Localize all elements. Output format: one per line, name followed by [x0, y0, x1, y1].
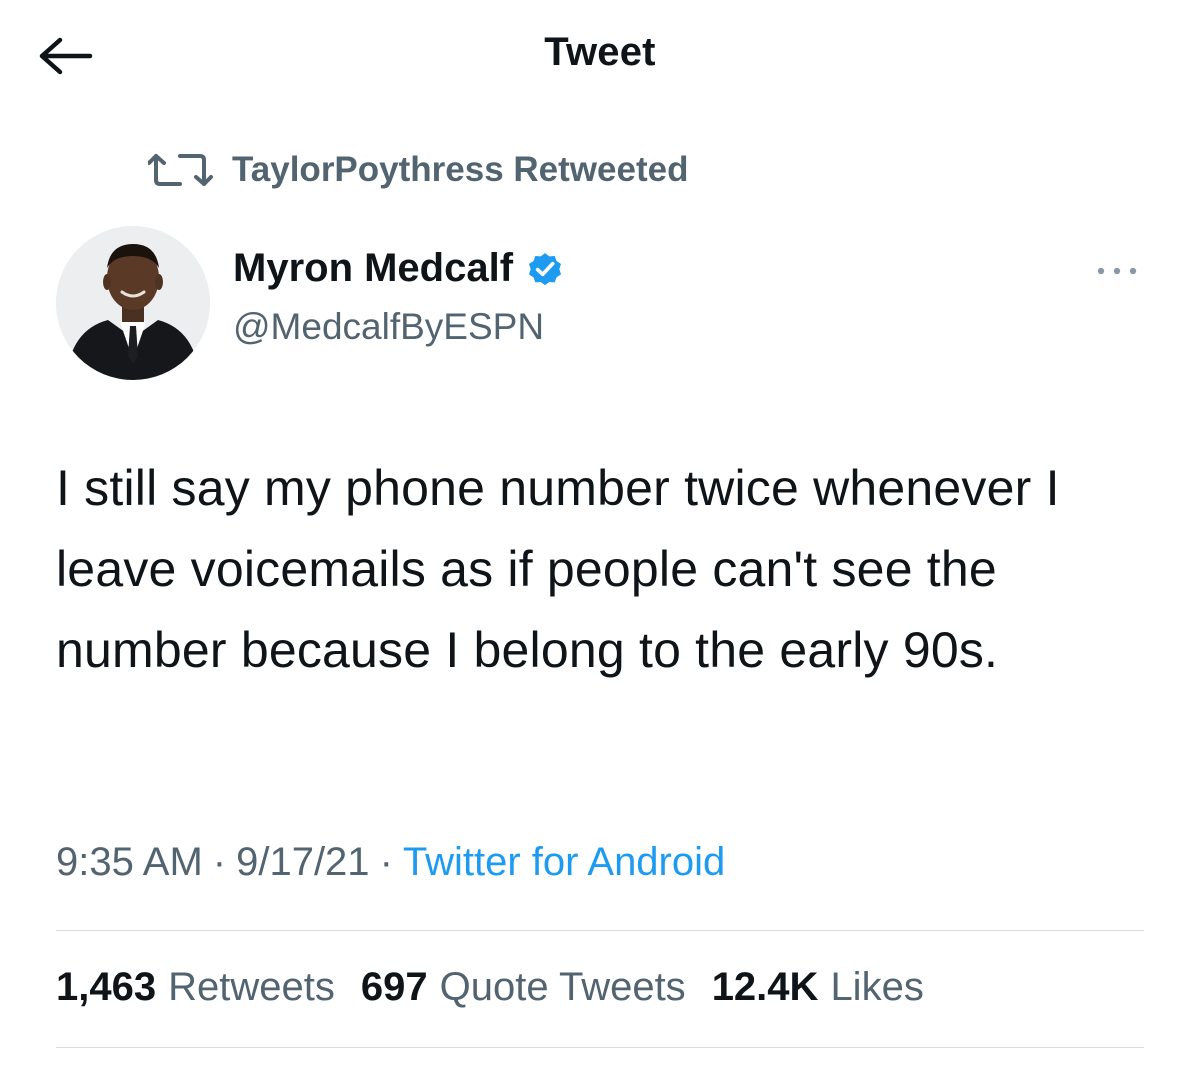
retweet-context-label: TaylorPoythress Retweeted	[232, 150, 689, 189]
retweets-label: Retweets	[168, 965, 335, 1009]
tweet-stats: 1,463 Retweets 697 Quote Tweets 12.4K Likes	[56, 965, 950, 1010]
quote-tweets-stat[interactable]: 697 Quote Tweets	[361, 965, 686, 1010]
tweet-meta: 9:35 AM · 9/17/21 · Twitter for Android	[56, 840, 725, 885]
quote-tweets-label: Quote Tweets	[439, 965, 686, 1009]
tweet-date[interactable]: 9/17/21	[236, 840, 369, 884]
more-options-button[interactable]	[1092, 256, 1142, 286]
likes-stat[interactable]: 12.4K Likes	[712, 965, 924, 1010]
tweet-text: I still say my phone number twice whenev…	[56, 460, 1060, 678]
divider	[56, 1047, 1144, 1048]
more-dots-icon	[1097, 267, 1137, 275]
author-name: Myron Medcalf	[233, 246, 514, 290]
page-title: Tweet	[544, 30, 656, 74]
avatar-photo	[56, 226, 210, 380]
retweet-icon	[148, 154, 213, 186]
author-handle[interactable]: @MedcalfByESPN	[233, 306, 544, 348]
likes-label: Likes	[830, 965, 924, 1009]
author-name-link[interactable]: Myron Medcalf	[233, 246, 565, 291]
retweets-stat[interactable]: 1,463 Retweets	[56, 965, 335, 1010]
avatar[interactable]	[56, 226, 210, 380]
quote-tweets-count: 697	[360, 965, 428, 1009]
tweet-time[interactable]: 9:35 AM	[56, 840, 203, 884]
meta-separator: ·	[212, 840, 227, 884]
retweet-context[interactable]: TaylorPoythress Retweeted	[148, 150, 688, 190]
retweets-count: 1,463	[56, 965, 157, 1009]
tweet-source-link[interactable]: Twitter for Android	[403, 840, 725, 884]
verified-badge-icon	[529, 252, 562, 285]
likes-count: 12.4K	[711, 965, 819, 1009]
divider	[56, 930, 1144, 931]
meta-separator: ·	[379, 840, 393, 884]
